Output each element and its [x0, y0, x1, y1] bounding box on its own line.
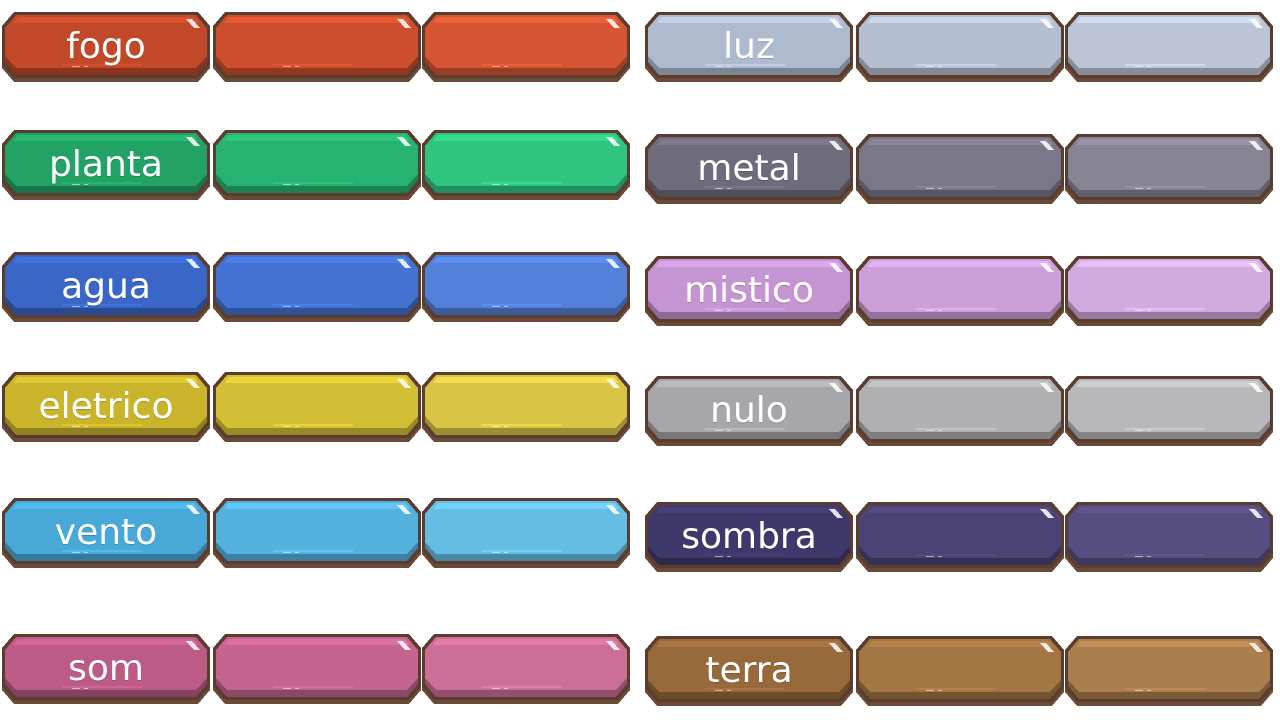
- type-badge-som-variant-3: [422, 634, 630, 704]
- type-badge-label: terra: [705, 650, 793, 691]
- type-badge-label: som: [68, 648, 144, 689]
- type-badge-nulo-variant-2: [856, 376, 1064, 446]
- type-badge-luz-variant-2: [856, 12, 1064, 82]
- type-badge-label: sombra: [681, 516, 817, 557]
- type-badge-label: mistico: [684, 270, 814, 311]
- type-badge-agua-variant-2: [213, 252, 421, 322]
- type-badge-vento-variant-1: vento: [2, 498, 210, 568]
- type-badge-luz-variant-1: luz: [645, 12, 853, 82]
- type-badge-som-variant-2: [213, 634, 421, 704]
- type-badge-sombra-variant-3: [1065, 502, 1273, 572]
- type-badge-metal-variant-1: metal: [645, 134, 853, 204]
- type-badge-label: agua: [61, 266, 151, 307]
- type-badge-label: fogo: [66, 26, 146, 67]
- type-badge-nulo-variant-3: [1065, 376, 1273, 446]
- type-badge-terra-variant-1: terra: [645, 636, 853, 706]
- type-badge-vento-variant-2: [213, 498, 421, 568]
- type-badge-label: vento: [54, 512, 158, 553]
- type-badge-label: nulo: [710, 390, 788, 431]
- type-badge-som-variant-1: som: [2, 634, 210, 704]
- type-badge-label: planta: [49, 144, 163, 185]
- type-badge-terra-variant-3: [1065, 636, 1273, 706]
- type-badge-agua-variant-1: agua: [2, 252, 210, 322]
- type-badge-mistico-variant-3: [1065, 256, 1273, 326]
- type-badge-sheet: fogo planta agua eletrico vento som luz metal mi…: [0, 0, 1280, 720]
- type-badge-sombra-variant-2: [856, 502, 1064, 572]
- type-badge-mistico-variant-1: mistico: [645, 256, 853, 326]
- type-badge-planta-variant-3: [422, 130, 630, 200]
- type-badge-planta-variant-1: planta: [2, 130, 210, 200]
- type-badge-label: eletrico: [38, 386, 174, 427]
- type-badge-agua-variant-3: [422, 252, 630, 322]
- type-badge-mistico-variant-2: [856, 256, 1064, 326]
- type-badge-eletrico-variant-2: [213, 372, 421, 442]
- type-badge-fogo-variant-2: [213, 12, 421, 82]
- type-badge-sombra-variant-1: sombra: [645, 502, 853, 572]
- type-badge-fogo-variant-1: fogo: [2, 12, 210, 82]
- type-badge-metal-variant-2: [856, 134, 1064, 204]
- type-badge-planta-variant-2: [213, 130, 421, 200]
- type-badge-vento-variant-3: [422, 498, 630, 568]
- type-badge-label: luz: [723, 26, 775, 67]
- type-badge-eletrico-variant-1: eletrico: [2, 372, 210, 442]
- type-badge-eletrico-variant-3: [422, 372, 630, 442]
- type-badge-fogo-variant-3: [422, 12, 630, 82]
- type-badge-label: metal: [697, 148, 801, 189]
- type-badge-nulo-variant-1: nulo: [645, 376, 853, 446]
- type-badge-luz-variant-3: [1065, 12, 1273, 82]
- type-badge-metal-variant-3: [1065, 134, 1273, 204]
- type-badge-terra-variant-2: [856, 636, 1064, 706]
